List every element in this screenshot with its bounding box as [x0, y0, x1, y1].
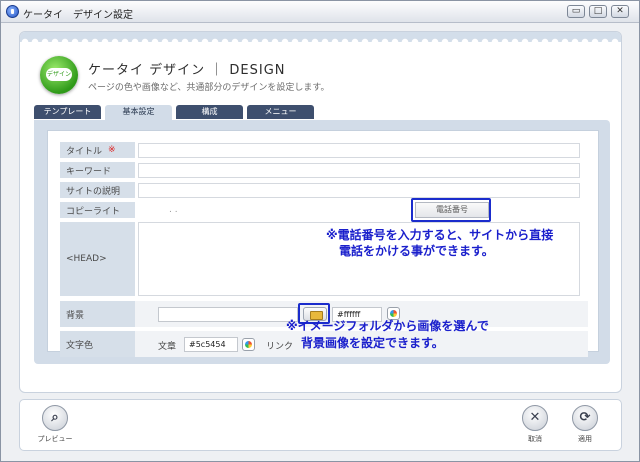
- description-label: サイトの説明: [60, 182, 135, 198]
- page-subtitle: ページの色や画像など、共通部分のデザインを設定します。: [88, 83, 330, 93]
- required-mark: ※: [108, 145, 116, 155]
- description-input[interactable]: [138, 183, 580, 198]
- scallop-border: [20, 32, 621, 42]
- phone-annotation-line1: ※電話番号を入力すると、サイトから直接: [326, 228, 554, 242]
- preview-button[interactable]: ⌕: [42, 405, 68, 431]
- settings-form: タイトル ※ キーワード サイトの説明 コピーライト . . 電話番号 <HEA…: [47, 130, 599, 357]
- background-label: 背景: [60, 301, 135, 327]
- apply-label: 適用: [578, 435, 592, 443]
- title-label-text: タイトル: [66, 146, 103, 157]
- copyright-dots: . .: [169, 205, 178, 215]
- link-label: リンク: [266, 342, 294, 352]
- design-logo-icon: デザイン: [40, 56, 78, 94]
- search-icon: ⌕: [51, 410, 59, 425]
- preview-label: プレビュー: [37, 435, 73, 443]
- keyword-label: キーワード: [60, 162, 135, 178]
- copyright-label: コピーライト: [60, 202, 135, 218]
- phone-annotation-line2: 電話をかける事ができます。: [339, 244, 494, 258]
- app-icon: [6, 5, 19, 18]
- close-icon: ✕: [529, 410, 541, 425]
- head-label: <HEAD>: [60, 222, 135, 296]
- logo-label: デザイン: [46, 68, 72, 81]
- text-color-label: 文字色: [60, 331, 135, 357]
- footer-bar: ⌕ プレビュー ✕ 取消 ⟳ 適用: [19, 399, 622, 451]
- tab-template[interactable]: テンプレート: [34, 105, 101, 119]
- cancel-button[interactable]: ✕: [522, 405, 548, 431]
- close-button[interactable]: ✕: [611, 5, 629, 18]
- body-text-label: 文章: [158, 342, 177, 352]
- body-text-color-input[interactable]: #5c5454: [184, 337, 238, 352]
- maximize-button[interactable]: □: [589, 5, 607, 18]
- apply-button[interactable]: ⟳: [572, 405, 598, 431]
- cancel-label: 取消: [528, 435, 542, 443]
- main-card: デザイン ケータイ デザイン ｜ DESIGN ページの色や画像など、共通部分の…: [19, 31, 622, 393]
- title-input[interactable]: [138, 143, 580, 158]
- tab-menu[interactable]: メニュー: [247, 105, 314, 119]
- body-text-palette-icon[interactable]: [242, 338, 255, 351]
- tab-structure[interactable]: 構成: [176, 105, 243, 119]
- title-bar: ケータイ デザイン設定 ▭ □ ✕: [1, 1, 639, 23]
- keyword-input[interactable]: [138, 163, 580, 178]
- settings-panel: タイトル ※ キーワード サイトの説明 コピーライト . . 電話番号 <HEA…: [34, 120, 610, 364]
- refresh-icon: ⟳: [579, 410, 591, 425]
- app-window: ケータイ デザイン設定 ▭ □ ✕ デザイン ケータイ デザイン ｜ DESIG…: [0, 0, 640, 462]
- tab-basic-settings[interactable]: 基本設定: [105, 105, 172, 120]
- background-image-field[interactable]: [158, 307, 298, 322]
- phone-button-highlight: [411, 198, 491, 222]
- image-annotation-line2: 背景画像を設定できます。: [301, 336, 444, 350]
- image-annotation-line1: ※イメージフォルダから画像を選んで: [286, 319, 489, 333]
- copyright-input[interactable]: . .: [138, 203, 400, 218]
- minimize-button[interactable]: ▭: [567, 5, 585, 18]
- title-label: タイトル ※: [60, 142, 135, 158]
- page-title: ケータイ デザイン ｜ DESIGN: [88, 63, 286, 78]
- window-title: ケータイ デザイン設定: [23, 10, 133, 21]
